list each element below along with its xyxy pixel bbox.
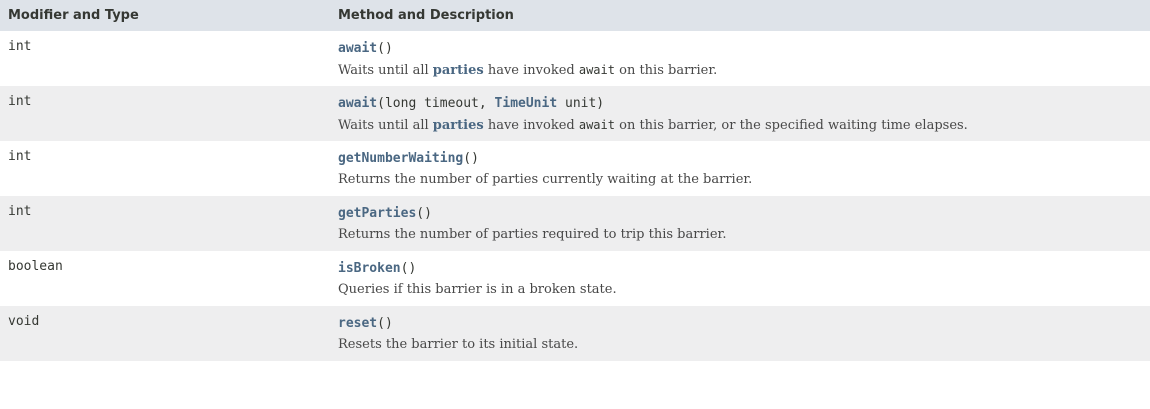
table-header-row: Modifier and Type Method and Description bbox=[0, 0, 1150, 31]
timeunit-link[interactable]: TimeUnit bbox=[495, 96, 558, 111]
method-params-close: ) bbox=[384, 41, 393, 56]
table-row: int await(long timeout, TimeUnit unit) W… bbox=[0, 86, 1150, 141]
method-params: (long timeout, bbox=[377, 96, 495, 111]
method-cell: await(long timeout, TimeUnit unit) Waits… bbox=[330, 86, 1150, 141]
method-signature: getNumberWaiting() bbox=[338, 149, 1149, 169]
method-params: ( bbox=[377, 316, 385, 331]
method-link-await[interactable]: await bbox=[338, 41, 377, 56]
method-params-close: ) bbox=[384, 316, 393, 331]
description-text: Waits until all bbox=[338, 63, 433, 78]
table-row: void reset() Resets the barrier to its i… bbox=[0, 306, 1150, 361]
description-text: have invoked bbox=[483, 63, 579, 78]
method-link-await-timeout[interactable]: await bbox=[338, 96, 377, 111]
return-type: int bbox=[0, 31, 330, 86]
method-signature: getParties() bbox=[338, 204, 1149, 224]
description-text: have invoked bbox=[483, 118, 579, 133]
method-params-close: ) bbox=[424, 206, 432, 221]
method-signature: await(long timeout, TimeUnit unit) bbox=[338, 94, 1149, 114]
method-cell: isBroken() Queries if this barrier is in… bbox=[330, 251, 1150, 306]
method-signature: await() bbox=[338, 39, 1149, 59]
table-row: boolean isBroken() Queries if this barri… bbox=[0, 251, 1150, 306]
method-cell: reset() Resets the barrier to its initia… bbox=[330, 306, 1150, 361]
method-description: Returns the number of parties currently … bbox=[338, 172, 753, 187]
method-summary-table: Modifier and Type Method and Description… bbox=[0, 0, 1150, 361]
method-params: ( bbox=[416, 206, 425, 221]
method-link-reset[interactable]: reset bbox=[338, 316, 377, 331]
return-type: void bbox=[0, 306, 330, 361]
method-link-getnumberwaiting[interactable]: getNumberWaiting bbox=[338, 151, 463, 166]
method-description: Resets the barrier to its initial state. bbox=[338, 337, 579, 352]
return-type: int bbox=[0, 141, 330, 196]
method-description: Waits until all parties have invoked awa… bbox=[338, 59, 1149, 82]
method-description: Waits until all parties have invoked awa… bbox=[338, 114, 1149, 137]
table-row: int getNumberWaiting() Returns the numbe… bbox=[0, 141, 1150, 196]
parties-link[interactable]: parties bbox=[433, 118, 484, 133]
description-text: on this barrier, or the specified waitin… bbox=[614, 118, 968, 133]
method-params-close: ) bbox=[408, 261, 417, 276]
column-header-modifier-type: Modifier and Type bbox=[0, 0, 330, 31]
description-text: Waits until all bbox=[338, 118, 433, 133]
method-description: Returns the number of parties required t… bbox=[338, 227, 727, 242]
method-params-close: ) bbox=[471, 151, 479, 166]
method-link-isbroken[interactable]: isBroken bbox=[338, 261, 401, 276]
method-signature: isBroken() bbox=[338, 259, 1149, 279]
description-text: on this barrier. bbox=[614, 63, 718, 78]
method-link-getparties[interactable]: getParties bbox=[338, 206, 416, 221]
return-type: int bbox=[0, 86, 330, 141]
inline-code: await bbox=[578, 63, 615, 77]
parties-link[interactable]: parties bbox=[433, 63, 484, 78]
method-cell: await() Waits until all parties have inv… bbox=[330, 31, 1150, 86]
return-type: boolean bbox=[0, 251, 330, 306]
method-cell: getNumberWaiting() Returns the number of… bbox=[330, 141, 1150, 196]
table-row: int await() Waits until all parties have… bbox=[0, 31, 1150, 86]
method-signature: reset() bbox=[338, 314, 1149, 334]
table-row: int getParties() Returns the number of p… bbox=[0, 196, 1150, 251]
return-type: int bbox=[0, 196, 330, 251]
method-params: ( bbox=[463, 151, 472, 166]
method-cell: getParties() Returns the number of parti… bbox=[330, 196, 1150, 251]
inline-code: await bbox=[578, 118, 615, 132]
method-description: Queries if this barrier is in a broken s… bbox=[338, 282, 617, 297]
method-params: ( bbox=[377, 41, 385, 56]
method-params-close: unit) bbox=[557, 96, 605, 111]
column-header-method-description: Method and Description bbox=[330, 0, 1150, 31]
